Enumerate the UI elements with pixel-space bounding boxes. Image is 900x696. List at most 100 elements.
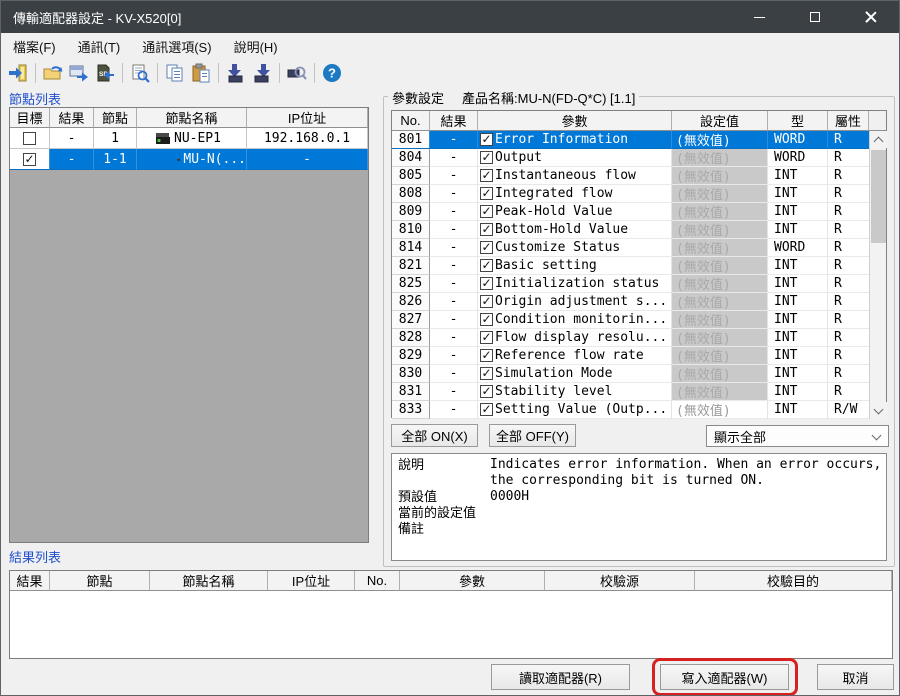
param-checkbox[interactable]: [480, 133, 493, 146]
param-row[interactable]: 808-Integrated flow(無效值)INTR: [392, 185, 886, 203]
result-col-name: 節點名稱: [150, 571, 268, 591]
param-row[interactable]: 828-Flow display resolu...(無效值)INTR: [392, 329, 886, 347]
param-type-cell: INT: [768, 329, 828, 347]
menu-help[interactable]: 說明(H): [224, 33, 288, 60]
node-name-cell: NU-EP1: [137, 128, 247, 149]
open-file-icon[interactable]: [41, 61, 65, 85]
write-adapter-icon[interactable]: [250, 61, 274, 85]
param-value-cell: (無效值): [672, 311, 768, 329]
copy-icon[interactable]: [163, 61, 187, 85]
node-result-cell: -: [50, 128, 94, 149]
param-name-cell: Stability level: [478, 383, 672, 401]
node-row-selected[interactable]: - 1-1 MU-N(... -: [10, 149, 368, 170]
param-row[interactable]: 805-Instantaneous flow(無效值)INTR: [392, 167, 886, 185]
node-name: NU-EP1: [174, 131, 221, 146]
param-checkbox[interactable]: [480, 205, 493, 218]
content: 節點列表 目標 結果 節點 節點名稱 IP位址 - 1 NU-EP1 192.1…: [1, 87, 900, 696]
param-name-cell: Instantaneous flow: [478, 167, 672, 185]
sd-import-icon[interactable]: SD: [93, 61, 117, 85]
param-value-cell: (無效值): [672, 203, 768, 221]
maximize-icon: [810, 12, 820, 22]
param-checkbox[interactable]: [480, 367, 493, 380]
all-off-button[interactable]: 全部 OFF(Y): [489, 424, 576, 447]
scroll-down-button[interactable]: [870, 402, 887, 419]
param-checkbox[interactable]: [480, 403, 493, 416]
maximize-button[interactable]: [787, 1, 843, 33]
param-table: No. 結果 參數 設定值 型 屬性 801-Error Information…: [391, 110, 887, 418]
scrollbar-thumb[interactable]: [871, 150, 886, 243]
node-ip-cell: -: [247, 149, 368, 170]
param-result-cell: -: [430, 167, 478, 185]
result-col-verify-source: 校驗源: [545, 571, 695, 591]
minimize-icon: [754, 17, 765, 18]
param-value-cell: (無效值): [672, 149, 768, 167]
param-checkbox[interactable]: [480, 331, 493, 344]
param-scrollbar[interactable]: [869, 131, 886, 419]
node-row[interactable]: - 1 NU-EP1 192.168.0.1: [10, 128, 368, 149]
node-id-cell: 1: [94, 128, 137, 149]
toolbar-separator: [218, 63, 219, 83]
param-checkbox[interactable]: [480, 313, 493, 326]
display-filter-value: 顯示全部: [714, 427, 766, 446]
display-filter-dropdown[interactable]: 顯示全部: [706, 425, 889, 447]
minimize-button[interactable]: [731, 1, 787, 33]
param-name-cell: Simulation Mode: [478, 365, 672, 383]
param-checkbox[interactable]: [480, 223, 493, 236]
param-checkbox[interactable]: [480, 385, 493, 398]
close-button[interactable]: [843, 1, 899, 33]
param-type-cell: INT: [768, 383, 828, 401]
scroll-up-button[interactable]: [870, 131, 887, 148]
param-row[interactable]: 814-Customize Status(無效值)WORDR: [392, 239, 886, 257]
param-row[interactable]: 826-Origin adjustment s...(無效值)INTR: [392, 293, 886, 311]
node-target-checkbox[interactable]: [23, 153, 36, 166]
param-name: Output: [495, 150, 542, 165]
paste-icon[interactable]: [189, 61, 213, 85]
param-checkbox[interactable]: [480, 349, 493, 362]
param-row-number: 833: [392, 401, 430, 419]
param-checkbox[interactable]: [480, 151, 493, 164]
help-icon[interactable]: ?: [320, 61, 344, 85]
param-row[interactable]: 801-Error Information(無效值)WORDR: [392, 131, 886, 149]
param-row[interactable]: 809-Peak-Hold Value(無效值)INTR: [392, 203, 886, 221]
menu-file[interactable]: 檔案(F): [3, 33, 66, 60]
result-table: 結果 節點 節點名稱 IP位址 No. 參數 校驗源 校驗目的: [9, 570, 893, 659]
param-row[interactable]: 831-Stability level(無效值)INTR: [392, 383, 886, 401]
param-checkbox[interactable]: [480, 187, 493, 200]
find-icon[interactable]: [128, 61, 152, 85]
write-adapter-button[interactable]: 寫入適配器(W): [660, 664, 789, 690]
result-col-ip: IP位址: [268, 571, 355, 591]
param-value-cell: (無效值): [672, 275, 768, 293]
param-row[interactable]: 827-Condition monitorin...(無效值)INTR: [392, 311, 886, 329]
default-value: 0000H: [490, 489, 529, 505]
toolbar-separator: [314, 63, 315, 83]
param-row[interactable]: 810-Bottom-Hold Value(無效值)INTR: [392, 221, 886, 239]
menu-communication[interactable]: 通訊(T): [68, 33, 131, 60]
param-value-cell: (無效值): [672, 329, 768, 347]
param-row[interactable]: 825-Initialization status(無效值)INTR: [392, 275, 886, 293]
param-row[interactable]: 821-Basic setting(無效值)INTR: [392, 257, 886, 275]
verify-icon[interactable]: [285, 61, 309, 85]
param-row[interactable]: 833-Setting Value (Outp...(無效值)INTR/W: [392, 401, 886, 419]
param-checkbox[interactable]: [480, 169, 493, 182]
cancel-button[interactable]: 取消: [817, 664, 894, 690]
menu-comm-options[interactable]: 通訊選項(S): [132, 33, 221, 60]
export-screen-icon[interactable]: [67, 61, 91, 85]
param-row[interactable]: 830-Simulation Mode(無效值)INTR: [392, 365, 886, 383]
description-label: 說明: [398, 457, 490, 473]
param-checkbox[interactable]: [480, 277, 493, 290]
param-checkbox[interactable]: [480, 259, 493, 272]
all-on-button[interactable]: 全部 ON(X): [391, 424, 478, 447]
param-row[interactable]: 829-Reference flow rate(無效值)INTR: [392, 347, 886, 365]
param-name-cell: Flow display resolu...: [478, 329, 672, 347]
param-row[interactable]: 804-Output(無效值)WORDR: [392, 149, 886, 167]
param-value-cell: (無效值): [672, 401, 768, 419]
param-checkbox[interactable]: [480, 241, 493, 254]
param-type-cell: INT: [768, 275, 828, 293]
read-adapter-icon[interactable]: [224, 61, 248, 85]
node-target-checkbox[interactable]: [23, 132, 36, 145]
param-name: Condition monitorin...: [495, 312, 667, 327]
param-checkbox[interactable]: [480, 295, 493, 308]
remark-label: 備註: [398, 521, 490, 537]
transfer-icon[interactable]: [6, 61, 30, 85]
read-adapter-button[interactable]: 讀取適配器(R): [491, 664, 630, 690]
